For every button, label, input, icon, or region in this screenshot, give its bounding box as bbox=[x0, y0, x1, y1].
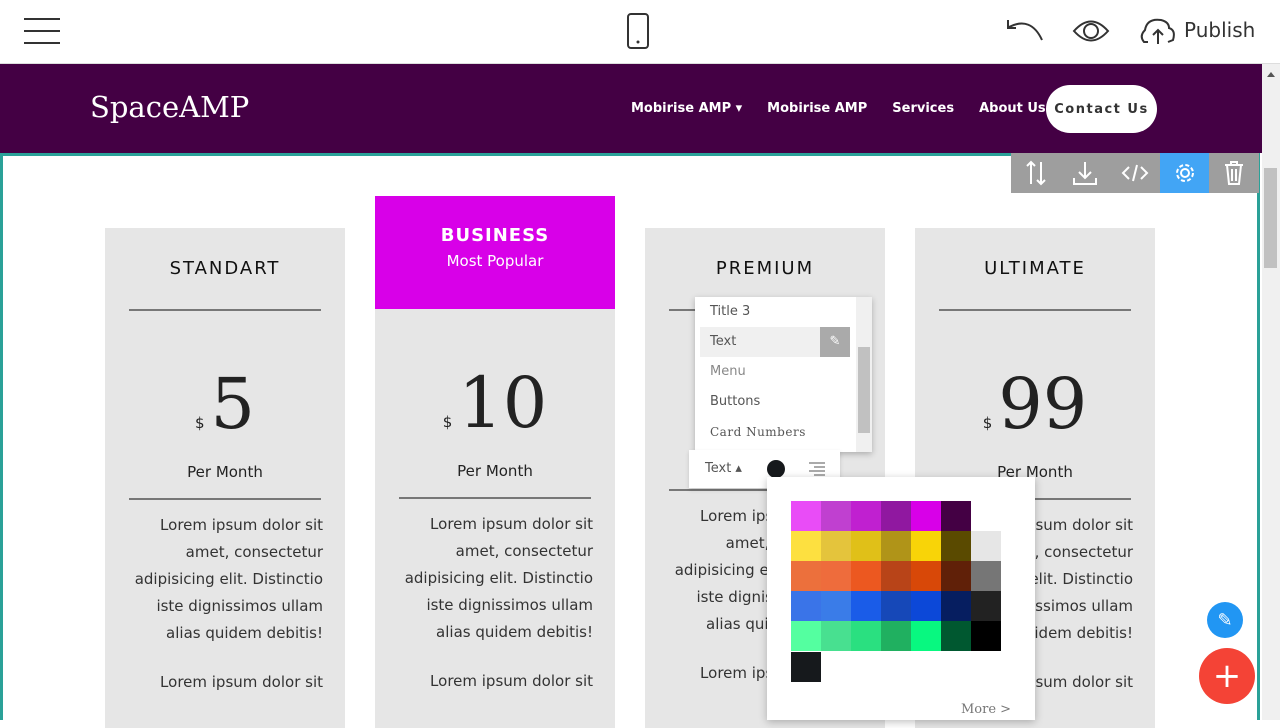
color-swatch[interactable] bbox=[851, 561, 881, 591]
cloud-upload-icon[interactable] bbox=[1139, 16, 1177, 46]
color-palette: More > bbox=[767, 477, 1035, 720]
color-swatch[interactable] bbox=[821, 591, 851, 621]
plus-icon: + bbox=[1212, 656, 1242, 696]
menu-scrollbar[interactable] bbox=[856, 297, 872, 452]
color-swatch[interactable] bbox=[881, 501, 911, 531]
text-style-select[interactable]: Text ▴ bbox=[705, 461, 742, 476]
color-swatch[interactable] bbox=[941, 591, 971, 621]
color-swatch[interactable] bbox=[881, 561, 911, 591]
color-swatch[interactable] bbox=[911, 621, 941, 651]
color-swatch[interactable] bbox=[971, 561, 1001, 591]
color-swatch[interactable] bbox=[911, 501, 941, 531]
card-title: STANDART bbox=[169, 258, 281, 279]
color-swatch[interactable] bbox=[791, 531, 821, 561]
card-price: $5 bbox=[194, 363, 256, 445]
color-swatch[interactable] bbox=[881, 531, 911, 561]
card-period: Per Month bbox=[457, 462, 533, 480]
nav-link-about[interactable]: About Us bbox=[979, 101, 1046, 116]
business-header: BUSINESS Most Popular bbox=[375, 196, 615, 309]
editor-topbar: Publish bbox=[0, 0, 1280, 64]
eye-icon[interactable] bbox=[1072, 18, 1110, 44]
nav-link-services[interactable]: Services bbox=[892, 101, 954, 116]
color-picker-dot[interactable] bbox=[767, 460, 785, 478]
align-right-icon[interactable] bbox=[809, 462, 825, 476]
color-swatch[interactable] bbox=[881, 591, 911, 621]
trash-icon[interactable] bbox=[1209, 153, 1259, 193]
color-swatch[interactable] bbox=[911, 591, 941, 621]
menu-item-title-3[interactable]: Title 3 bbox=[700, 297, 850, 327]
site-navbar: SpaceAMP Mobirise AMP ▾ Mobirise AMP Ser… bbox=[0, 64, 1262, 153]
gear-icon[interactable] bbox=[1159, 153, 1210, 193]
undo-icon[interactable] bbox=[1006, 18, 1046, 42]
menu-item-buttons[interactable]: Buttons bbox=[700, 387, 850, 417]
color-swatch[interactable] bbox=[851, 531, 881, 561]
code-icon[interactable] bbox=[1110, 153, 1160, 193]
scrollbar[interactable] bbox=[1262, 64, 1280, 720]
nav-link-mobirise-dropdown[interactable]: Mobirise AMP ▾ bbox=[631, 101, 742, 116]
color-swatch[interactable] bbox=[791, 561, 821, 591]
color-swatch[interactable] bbox=[821, 501, 851, 531]
brush-icon: ✎ bbox=[1217, 609, 1233, 631]
color-swatch[interactable] bbox=[971, 591, 1001, 621]
color-swatch[interactable] bbox=[971, 531, 1001, 561]
color-swatch[interactable] bbox=[821, 561, 851, 591]
color-swatch[interactable] bbox=[941, 531, 971, 561]
color-swatch[interactable] bbox=[791, 652, 821, 682]
color-swatch[interactable] bbox=[881, 621, 911, 651]
block-toolbar bbox=[1011, 153, 1259, 193]
style-dropdown-menu: Title 3 Text ✎ Menu Buttons Card Numbers bbox=[695, 297, 872, 452]
color-swatch[interactable] bbox=[851, 501, 881, 531]
color-swatch[interactable] bbox=[911, 531, 941, 561]
menu-item-text[interactable]: Text ✎ bbox=[700, 327, 850, 357]
card-title: PREMIUM bbox=[715, 258, 815, 279]
mobile-icon[interactable] bbox=[627, 13, 649, 49]
color-swatch[interactable] bbox=[911, 561, 941, 591]
download-icon[interactable] bbox=[1061, 153, 1111, 193]
sort-icon[interactable] bbox=[1011, 153, 1061, 193]
brush-icon[interactable]: ✎ bbox=[820, 327, 850, 357]
card-title: ULTIMATE bbox=[984, 258, 1086, 279]
card-price: $10 bbox=[442, 362, 548, 444]
menu-item-card-numbers[interactable]: Card Numbers bbox=[700, 417, 850, 447]
pricing-card-standart: STANDART $5 Per Month Lorem ipsum dolor … bbox=[105, 228, 345, 728]
color-swatch[interactable] bbox=[791, 501, 821, 531]
hamburger-icon[interactable] bbox=[24, 17, 60, 45]
card-period: Per Month bbox=[187, 463, 263, 481]
add-block-button[interactable]: + bbox=[1199, 648, 1255, 704]
card-price: $99 bbox=[982, 363, 1088, 445]
menu-item-menu[interactable]: Menu bbox=[700, 357, 850, 387]
color-swatch[interactable] bbox=[851, 621, 881, 651]
contact-us-button[interactable]: Contact Us bbox=[1046, 85, 1157, 133]
color-swatch[interactable] bbox=[941, 501, 971, 531]
color-swatch[interactable] bbox=[851, 591, 881, 621]
more-colors-link[interactable]: More > bbox=[961, 702, 1011, 717]
color-swatch[interactable] bbox=[971, 621, 1001, 651]
color-swatch[interactable] bbox=[791, 621, 821, 651]
brand-logo[interactable]: SpaceAMP bbox=[90, 90, 249, 124]
nav-link-mobirise[interactable]: Mobirise AMP bbox=[767, 101, 867, 116]
color-swatch[interactable] bbox=[941, 621, 971, 651]
color-swatch[interactable] bbox=[941, 561, 971, 591]
publish-button[interactable]: Publish bbox=[1184, 18, 1255, 42]
theme-brush-button[interactable]: ✎ bbox=[1207, 602, 1243, 638]
color-swatch[interactable] bbox=[821, 621, 851, 651]
color-swatch[interactable] bbox=[791, 591, 821, 621]
color-swatch[interactable] bbox=[821, 531, 851, 561]
